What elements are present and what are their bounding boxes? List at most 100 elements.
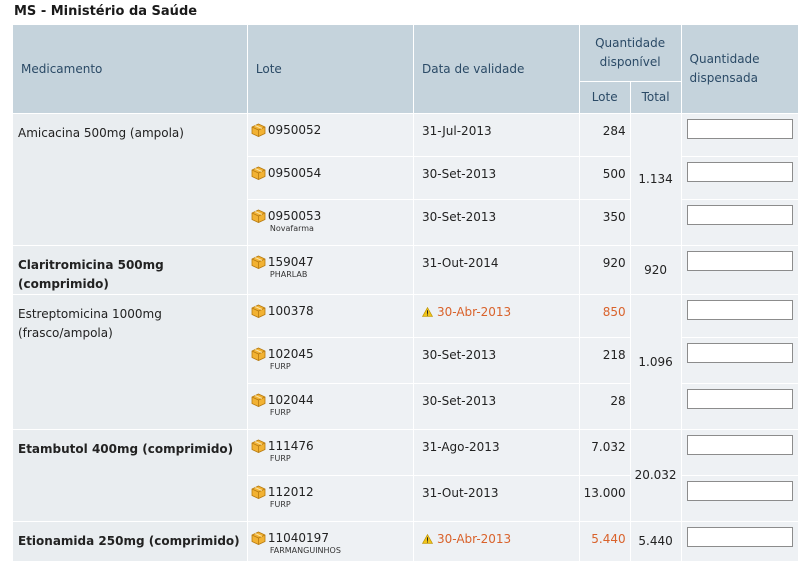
lot-quantity: 850 [579,294,631,338]
expiry-date: 30-Set-2013 [421,347,497,362]
lot-quantity: 13.000 [579,475,631,522]
header-qtd-lote: Lote [579,81,631,114]
expiry-date: 30-Set-2013 [421,209,497,224]
dispensed-quantity-input[interactable] [686,161,793,182]
dispense-cell [681,113,798,157]
expiry-date-cell: 30-Abr-2013 [413,294,580,338]
package-icon [251,393,266,407]
lot-cell: 102045 FURP [247,337,414,384]
medication-name: Estreptomicina 1000mg (frasco/ampola) [13,294,248,430]
medication-name: Claritromicina 500mg (comprimido) [13,245,248,295]
lot-supplier: FURP [269,453,291,463]
dispensed-quantity-input[interactable] [686,526,793,547]
lot-cell: 100378 [247,294,414,338]
table-row: Claritromicina 500mg (comprimido) 159047… [13,245,798,295]
package-icon [251,485,266,499]
lot-number: 112012 [267,484,314,499]
package-icon [251,439,266,453]
table-body: Amicacina 500mg (ampola) 0950052 31-Jul-… [13,113,798,562]
dispense-cell [681,156,798,200]
dispense-cell [681,383,798,430]
lot-cell: 102044 FURP [247,383,414,430]
lot-cell: 111476 FURP [247,429,414,476]
lot-number: 0950053 [267,208,322,223]
dispensation-table: Medicamento Lote Data de validade Quanti… [13,25,798,562]
dispensed-quantity-input[interactable] [686,118,793,139]
expiry-date-cell: 30-Set-2013 [413,337,580,384]
expiry-date-cell: 31-Jul-2013 [413,113,580,157]
expiry-date: 30-Set-2013 [421,166,497,181]
medication-name: Amicacina 500mg (ampola) [13,113,248,246]
expiry-date-cell: 30-Abr-2013 [413,521,580,562]
lot-cell: 159047 PHARLAB [247,245,414,295]
lot-quantity: 218 [579,337,631,384]
lot-quantity: 284 [579,113,631,157]
lot-number: 159047 [267,254,314,269]
expiry-date-cell: 31-Ago-2013 [413,429,580,476]
dispensed-quantity-input[interactable] [686,388,793,409]
dispense-cell [681,337,798,384]
dispensed-quantity-input[interactable] [686,480,793,501]
lot-cell: 0950052 [247,113,414,157]
expiry-date: 31-Jul-2013 [421,123,492,138]
dispensed-quantity-input[interactable] [686,299,793,320]
package-icon [251,255,266,269]
lot-supplier: FURP [269,361,291,371]
lot-supplier: FARMANGUINHOS [269,545,341,555]
table-row: Amicacina 500mg (ampola) 0950052 31-Jul-… [13,113,798,246]
expiry-date: 31-Out-2013 [421,485,499,500]
package-icon [251,347,266,361]
header-validade: Data de validade [413,25,580,114]
total-quantity: 20.032 [630,429,682,522]
header-lote: Lote [247,25,414,114]
lot-quantity: 920 [579,245,631,295]
lot-number: 111476 [267,438,314,453]
header-qtd-disponivel: Quantidade disponível [579,25,682,82]
table-row: Estreptomicina 1000mg (frasco/ampola) 10… [13,294,798,430]
lot-number: 102044 [267,392,314,407]
dispense-cell [681,475,798,522]
expiry-date-cell: 31-Out-2013 [413,475,580,522]
dispensed-quantity-input[interactable] [686,250,793,271]
dispense-cell [681,294,798,338]
medication-name: Etionamida 250mg (comprimido) [13,521,248,562]
lot-quantity: 350 [579,199,631,246]
page-title: MS - Ministério da Saúde [14,4,198,19]
expiry-date-cell: 30-Set-2013 [413,383,580,430]
lot-cell: 0950054 [247,156,414,200]
total-quantity: 1.096 [630,294,682,430]
header-qtd-dispensada: Quantidade dispensada [681,25,798,114]
dispensed-quantity-input[interactable] [686,342,793,363]
header-medicamento: Medicamento [13,25,248,114]
package-icon [251,531,266,545]
expiry-date: 30-Set-2013 [421,393,497,408]
expiry-date-cell: 30-Set-2013 [413,199,580,246]
package-icon [251,123,266,137]
expiry-date: 31-Ago-2013 [421,439,500,454]
dispensed-quantity-input[interactable] [686,434,793,455]
package-icon [251,166,266,180]
lot-quantity: 5.440 [579,521,631,562]
expiry-date: 30-Abr-2013 [436,304,512,319]
table-row: Etambutol 400mg (comprimido) 111476 FURP… [13,429,798,522]
lot-cell: 11040197 FARMANGUINHOS [247,521,414,562]
warning-icon [421,533,433,544]
lot-cell: 112012 FURP [247,475,414,522]
total-quantity: 1.134 [630,113,682,246]
lot-number: 11040197 [267,530,329,545]
lot-supplier: FURP [269,499,291,509]
expiry-date: 30-Abr-2013 [436,531,512,546]
lot-number: 100378 [267,303,314,318]
lot-number: 0950052 [267,122,322,137]
dispense-cell [681,199,798,246]
lot-supplier: Novafarma [269,223,314,233]
lot-supplier: FURP [269,407,291,417]
total-quantity: 920 [630,245,682,295]
package-icon [251,304,266,318]
expiry-date-cell: 31-Out-2014 [413,245,580,295]
lot-number: 102045 [267,346,314,361]
dispensed-quantity-input[interactable] [686,204,793,225]
dispense-cell [681,429,798,476]
lot-number: 0950054 [267,165,322,180]
lot-quantity: 28 [579,383,631,430]
